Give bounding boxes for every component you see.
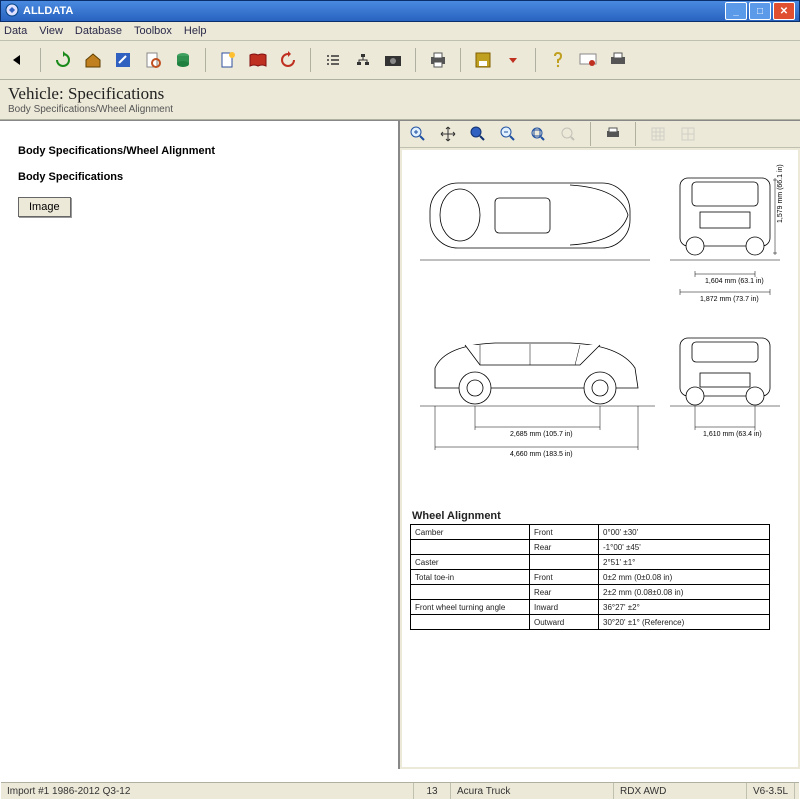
back-button[interactable] <box>6 48 30 72</box>
status-make: Acura Truck <box>451 783 614 799</box>
close-button[interactable]: ✕ <box>773 2 795 20</box>
wheel-alignment-table: CamberFront0°00' ±30'Rear-1°00' ±45'Cast… <box>410 524 770 630</box>
nav-pane: Body Specifications/Wheel Alignment Body… <box>0 121 400 769</box>
image-button[interactable]: Image <box>18 197 71 217</box>
status-model: RDX AWD <box>614 783 747 799</box>
nav-icon[interactable] <box>276 48 300 72</box>
dim-track-front: 1,604 mm (63.1 in) <box>705 278 764 285</box>
nav-heading-2: Body Specifications <box>18 171 388 183</box>
wa-heading: Wheel Alignment <box>412 510 790 522</box>
grid2-icon <box>676 122 700 146</box>
status-bar: Import #1 1986-2012 Q3-12 13 Acura Truck… <box>1 782 799 799</box>
list-icon[interactable] <box>321 48 345 72</box>
table-row: Front wheel turning angleInward36°27' ±2… <box>411 600 770 615</box>
minimize-button[interactable]: _ <box>725 2 747 20</box>
page-header: Vehicle: Specifications Body Specificati… <box>0 80 800 120</box>
zoom-region-icon[interactable] <box>466 122 490 146</box>
grid1-icon <box>646 122 670 146</box>
page-title: Vehicle: Specifications <box>8 84 792 104</box>
menu-data[interactable]: Data <box>4 25 27 37</box>
image-toolbar <box>400 121 800 148</box>
table-row: CamberFront0°00' ±30' <box>411 525 770 540</box>
nav-heading-1: Body Specifications/Wheel Alignment <box>18 145 388 157</box>
doc-search-icon[interactable] <box>141 48 165 72</box>
dim-width: 1,872 mm (73.7 in) <box>700 296 759 303</box>
print-image-icon[interactable] <box>601 122 625 146</box>
status-count: 13 <box>414 783 451 799</box>
status-dataset: Import #1 1986-2012 Q3-12 <box>1 783 414 799</box>
zoom-fit-icon[interactable] <box>526 122 550 146</box>
wrench-icon[interactable] <box>111 48 135 72</box>
down-arrow-icon[interactable] <box>501 48 525 72</box>
content-pane: 1,579 mm (66.1 in) 1,604 mm (63.1 in) 1,… <box>400 121 800 769</box>
breadcrumb: Body Specifications/Wheel Alignment <box>8 104 792 115</box>
dim-length: 4,660 mm (183.5 in) <box>510 451 573 458</box>
save-icon[interactable] <box>471 48 495 72</box>
camera-icon[interactable] <box>381 48 405 72</box>
vehicle-diagram: 1,579 mm (66.1 in) 1,604 mm (63.1 in) 1,… <box>402 150 798 767</box>
home-icon[interactable] <box>81 48 105 72</box>
status-engine: V6-3.5L <box>747 783 795 799</box>
table-row: Caster2°51' ±1° <box>411 555 770 570</box>
zoom-in-icon[interactable] <box>406 122 430 146</box>
open-book-icon[interactable] <box>246 48 270 72</box>
title-bar: ALLDATA _ □ ✕ <box>0 0 800 22</box>
zoom-out-icon[interactable] <box>496 122 520 146</box>
dim-height: 1,579 mm (66.1 in) <box>777 164 784 223</box>
table-row: Total toe-inFront0±2 mm (0±0.08 in) <box>411 570 770 585</box>
database-icon[interactable] <box>171 48 195 72</box>
cert-icon[interactable] <box>576 48 600 72</box>
new-doc-icon[interactable] <box>216 48 240 72</box>
print-icon[interactable] <box>426 48 450 72</box>
print2-icon[interactable] <box>606 48 630 72</box>
refresh-icon[interactable] <box>51 48 75 72</box>
menu-database[interactable]: Database <box>75 25 122 37</box>
menu-toolbox[interactable]: Toolbox <box>134 25 172 37</box>
table-row: Rear-1°00' ±45' <box>411 540 770 555</box>
help-icon[interactable] <box>546 48 570 72</box>
menu-view[interactable]: View <box>39 25 63 37</box>
pan-icon[interactable] <box>436 122 460 146</box>
menu-help[interactable]: Help <box>184 25 207 37</box>
table-row: Rear2±2 mm (0.08±0.08 in) <box>411 585 770 600</box>
tree-icon[interactable] <box>351 48 375 72</box>
window-title: ALLDATA <box>23 5 73 17</box>
dim-track-rear: 1,610 mm (63.4 in) <box>703 431 762 438</box>
table-row: Outward30°20' ±1° (Reference) <box>411 615 770 630</box>
menu-bar: Data View Database Toolbox Help <box>0 22 800 41</box>
main-toolbar <box>0 41 800 80</box>
maximize-button[interactable]: □ <box>749 2 771 20</box>
dim-wheelbase: 2,685 mm (105.7 in) <box>510 431 573 438</box>
dimension-drawing: 1,579 mm (66.1 in) 1,604 mm (63.1 in) 1,… <box>410 158 790 498</box>
zoom-disabled-icon <box>556 122 580 146</box>
app-logo-icon <box>5 3 19 20</box>
